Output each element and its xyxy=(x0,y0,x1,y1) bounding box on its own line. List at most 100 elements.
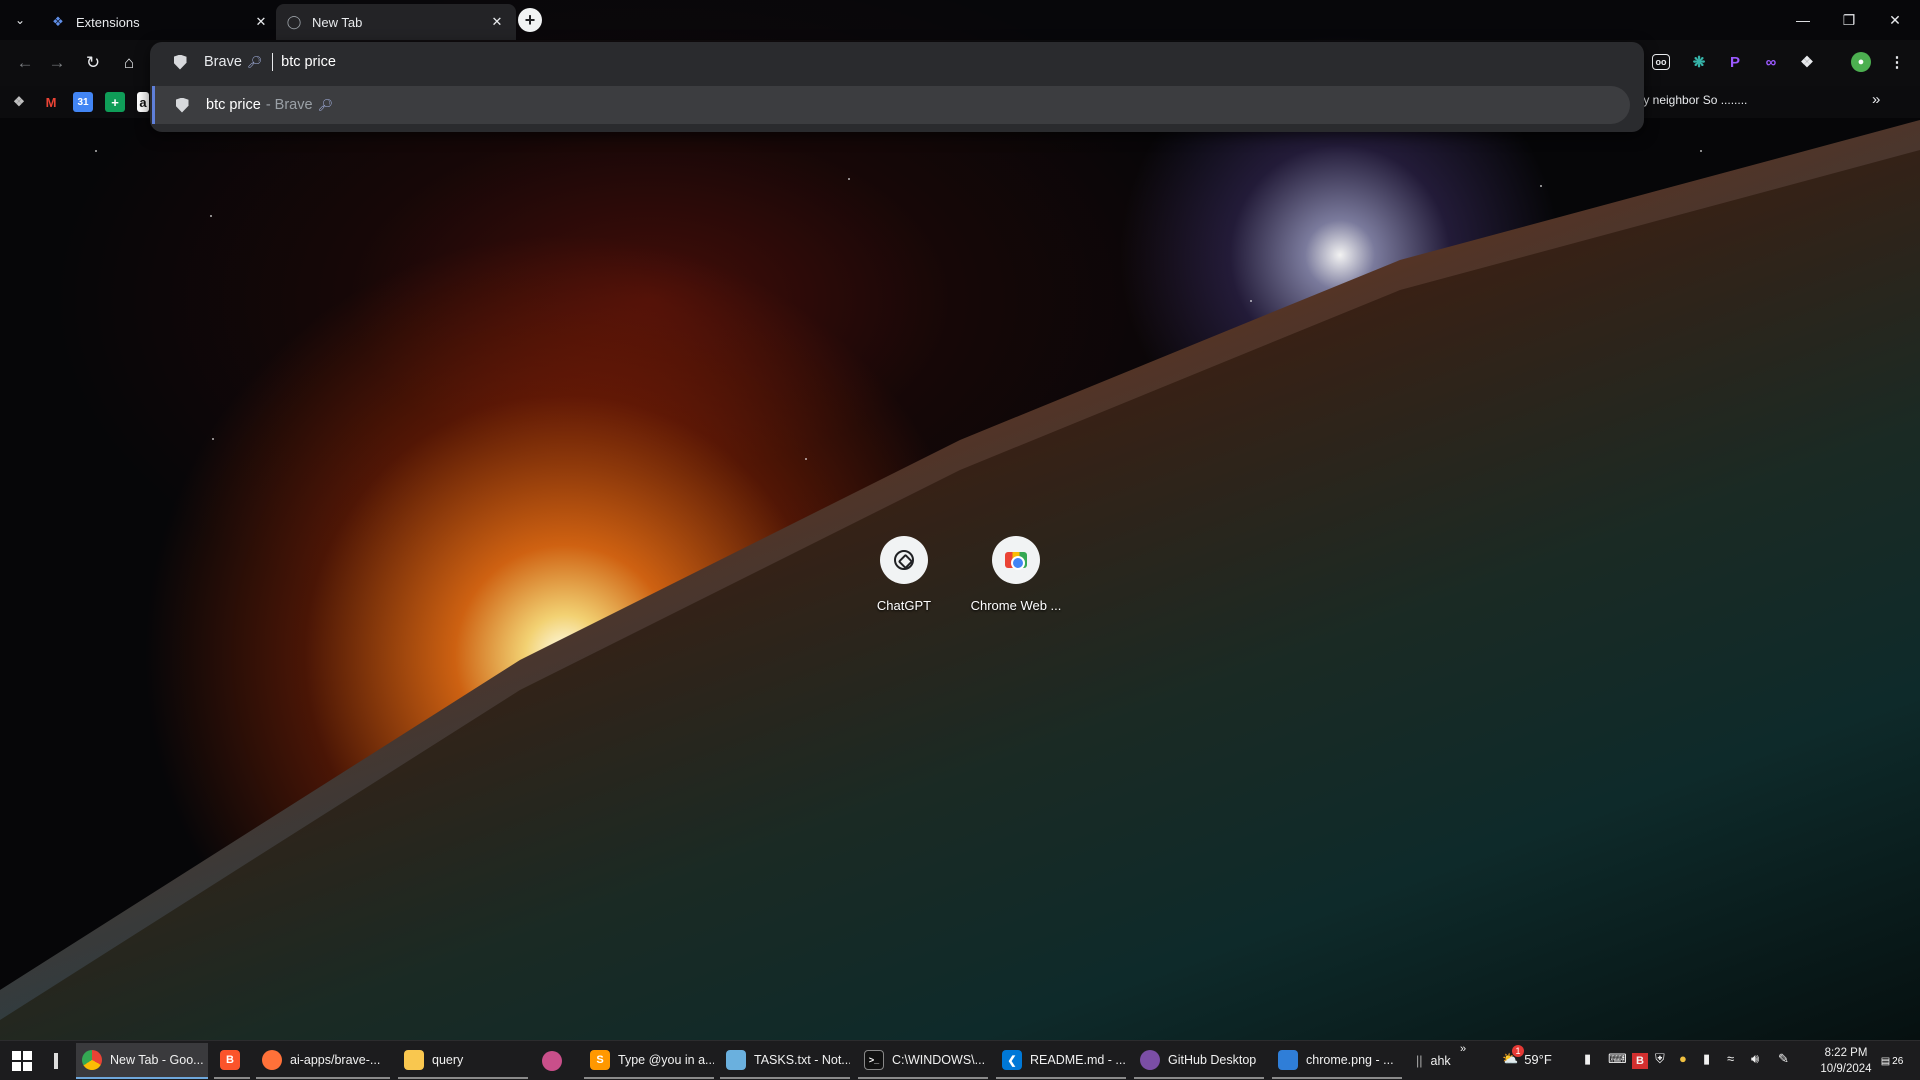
close-window-button[interactable]: ✕ xyxy=(1872,0,1918,40)
close-icon[interactable]: ✕ xyxy=(252,13,270,31)
notification-center-button[interactable]: ▤ 26 xyxy=(1878,1049,1906,1073)
shortcut-tile xyxy=(880,536,928,584)
taskbar-app-label: Type @you in a... xyxy=(618,1053,714,1067)
tab-title: Extensions xyxy=(76,14,140,30)
keyboard-icon[interactable]: ⌨ xyxy=(1608,1051,1627,1067)
avatar-icon: ● xyxy=(1857,56,1865,68)
taskbar-app-snipping[interactable] xyxy=(536,1043,572,1079)
p-extension-icon[interactable]: P xyxy=(1724,51,1746,73)
reader-extension-icon[interactable]: oo xyxy=(1652,54,1670,70)
wallpaper-star xyxy=(95,150,97,152)
taskbar-app-github-desktop[interactable]: GitHub Desktop xyxy=(1134,1043,1264,1079)
search-icon: 🔎︎ xyxy=(246,55,263,69)
taskbar-app-label: GitHub Desktop xyxy=(1168,1053,1257,1067)
clock-time: 8:22 PM xyxy=(1824,1047,1868,1059)
weather-temperature: 59°F xyxy=(1524,1051,1552,1067)
shortcut-chatgpt[interactable]: ChatGPT xyxy=(848,536,960,620)
gmail-icon[interactable]: M xyxy=(41,92,61,112)
back-button[interactable]: ← xyxy=(12,50,38,76)
omnibox-input[interactable]: Brave 🔎︎ btc price xyxy=(150,42,1644,82)
extensions-puzzle-icon[interactable]: ❖ xyxy=(1796,51,1818,73)
forward-button[interactable]: → xyxy=(44,50,70,76)
text-cursor xyxy=(272,53,274,71)
vscode-icon: ❮ xyxy=(1002,1050,1022,1070)
shortcut-label: Chrome Web ... xyxy=(970,598,1062,613)
tray-app-icon[interactable]: ● xyxy=(1679,1051,1687,1066)
chrome-icon xyxy=(82,1050,102,1070)
menu-kebab-icon[interactable]: ⋮ xyxy=(1886,51,1908,73)
toolbar-chevron-icon[interactable]: » xyxy=(1460,1043,1466,1055)
taskbar-toolbar-ahk[interactable]: || ahk xyxy=(1410,1043,1464,1079)
infinity-extension-icon[interactable]: ∞ xyxy=(1760,51,1782,73)
taskbar-app-brave[interactable]: B xyxy=(214,1043,250,1079)
wifi-icon[interactable]: ≈ xyxy=(1727,1051,1734,1066)
openai-extension-icon[interactable]: ❋ xyxy=(1688,51,1710,73)
reload-button[interactable]: ↻ xyxy=(80,50,106,76)
task-view-icon[interactable] xyxy=(54,1053,58,1069)
taskbar-app-label: README.md - ... xyxy=(1030,1053,1126,1067)
terminal-icon: >_ xyxy=(864,1050,884,1070)
new-tab-button[interactable]: + xyxy=(518,8,542,32)
windows-taskbar: New Tab - Goo... B ai-apps/brave-... que… xyxy=(0,1040,1920,1080)
taskbar-app-label: C:\WINDOWS\... xyxy=(892,1053,986,1067)
home-button[interactable]: ⌂ xyxy=(116,50,142,76)
close-icon: ✕ xyxy=(1889,11,1901,28)
bookmark-item[interactable]: ty neighbor So ........ xyxy=(1640,93,1747,107)
amazon-icon[interactable]: a xyxy=(137,92,149,112)
snipping-tool-icon xyxy=(542,1051,562,1071)
minimize-button[interactable]: — xyxy=(1780,0,1826,40)
taskbar-app-chrome[interactable]: New Tab - Goo... xyxy=(76,1043,208,1079)
taskbar-app-notepad[interactable]: TASKS.txt - Not... xyxy=(720,1043,850,1079)
search-icon: 🔎︎ xyxy=(317,98,333,112)
folder-icon xyxy=(404,1050,424,1070)
b-app-tray-icon[interactable]: B xyxy=(1632,1053,1648,1069)
restore-button[interactable]: ❐ xyxy=(1826,0,1872,40)
restore-icon: ❐ xyxy=(1842,11,1856,28)
taskbar-app-photos[interactable]: chrome.png - ... xyxy=(1272,1043,1402,1079)
taskbar-app-vscode[interactable]: ❮ README.md - ... xyxy=(996,1043,1126,1079)
firefox-icon xyxy=(262,1050,282,1070)
security-shield-icon[interactable]: ⛨ xyxy=(1655,1051,1665,1067)
battery-icon[interactable]: ▮ xyxy=(1584,1051,1591,1067)
photos-icon xyxy=(1278,1050,1298,1070)
chatgpt-icon xyxy=(894,550,914,570)
home-icon: ⌂ xyxy=(123,53,135,72)
usb-icon[interactable]: ▮ xyxy=(1703,1051,1710,1067)
taskbar-app-terminal[interactable]: >_ C:\WINDOWS\... xyxy=(858,1043,988,1079)
taskbar-app-label: ahk xyxy=(1430,1054,1451,1068)
chevron-down-icon: ⌄ xyxy=(14,13,26,27)
taskbar-app-explorer[interactable]: query xyxy=(398,1043,528,1079)
taskbar-app-label: chrome.png - ... xyxy=(1306,1053,1394,1067)
volume-icon[interactable]: 🔊︎ xyxy=(1751,1051,1759,1067)
pen-icon[interactable]: ✎ xyxy=(1778,1051,1789,1067)
globe-icon: ◯ xyxy=(286,14,302,29)
omnibox-query-text: btc price xyxy=(281,54,336,70)
calendar-icon[interactable]: 31 xyxy=(73,92,93,112)
toolbar-handle-icon: || xyxy=(1416,1054,1423,1068)
weather-widget[interactable]: ⛅ 1 59°F xyxy=(1502,1045,1552,1067)
puzzle-icon: ❖ xyxy=(52,14,64,29)
apps-puzzle-icon[interactable]: ❖ xyxy=(9,92,29,112)
tab-search-button[interactable]: ⌄ xyxy=(8,8,32,32)
tab-new-tab[interactable]: ◯ New Tab ✕ xyxy=(276,4,516,40)
wallpaper-star xyxy=(1700,150,1702,152)
suggestion-query: btc price xyxy=(206,97,261,113)
chrome-web-store-icon xyxy=(1005,552,1027,570)
system-clock[interactable]: 8:22 PM 10/9/2024 xyxy=(1808,1045,1884,1077)
bookmarks-overflow-icon[interactable]: » xyxy=(1872,91,1880,108)
shortcut-chrome-web-store[interactable]: Chrome Web ... xyxy=(960,536,1072,620)
brave-shield-icon xyxy=(170,52,190,72)
profile-avatar[interactable]: ● xyxy=(1851,52,1871,72)
plus-icon: + xyxy=(524,9,536,30)
taskbar-app-sublime[interactable]: S Type @you in a... xyxy=(584,1043,714,1079)
wallpaper-star xyxy=(210,215,212,217)
reload-icon: ↻ xyxy=(85,53,101,72)
sheets-icon[interactable]: + xyxy=(105,92,125,112)
omnibox-suggestion[interactable]: btc price - Brave 🔎︎ xyxy=(152,86,1630,124)
close-icon[interactable]: ✕ xyxy=(488,13,506,31)
notepad-icon xyxy=(726,1050,746,1070)
taskbar-app-firefox[interactable]: ai-apps/brave-... xyxy=(256,1043,390,1079)
windows-start-button[interactable] xyxy=(12,1051,32,1071)
tab-extensions[interactable]: ❖ Extensions ✕ xyxy=(40,4,280,40)
notification-count: 26 xyxy=(1892,1055,1904,1067)
